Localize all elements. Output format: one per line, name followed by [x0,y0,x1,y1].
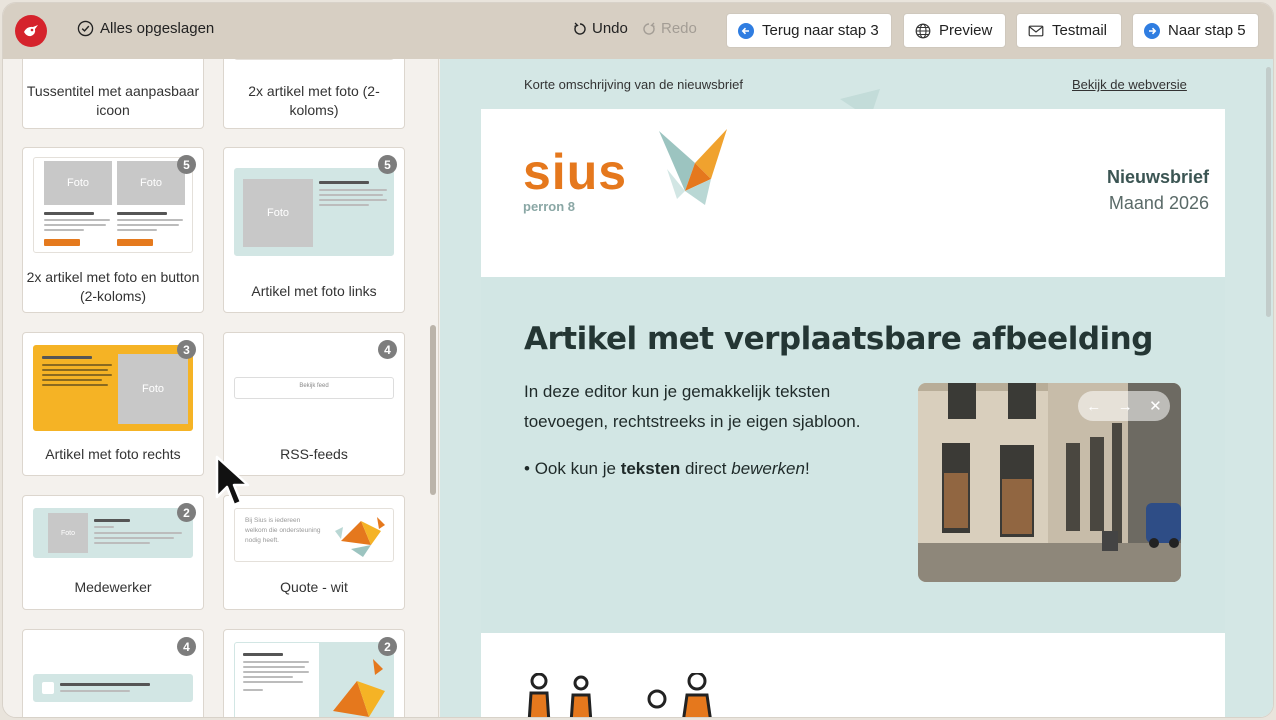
short-description[interactable]: Korte omschrijving van de nieuwsbrief [524,77,743,92]
photo-placeholder: Foto [243,179,313,247]
block-label: Quote - wit [280,579,348,595]
redo-button[interactable]: Redo [642,20,697,37]
next-block[interactable] [481,633,1225,717]
back-to-step-3-button[interactable]: Terug naar stap 3 [726,13,892,48]
photo-placeholder: Foto [48,513,88,553]
block-card[interactable]: 2x artikel met foto (2-koloms) [223,59,405,129]
block-thumbnail: Foto [33,508,193,558]
remove-photo-button[interactable]: ✕ [1149,397,1162,415]
app-logo[interactable] [15,15,47,47]
preview-button[interactable]: Preview [903,13,1006,48]
photo-placeholder: Foto [118,354,188,424]
block-thumbnail: Bij Sius is iedereen welkom die onderste… [234,508,394,562]
envelope-icon [1028,25,1044,36]
bullet-text-mid: direct [680,459,732,478]
block-label: Tussentitel met aanpasbaar icoon [26,83,200,118]
quote-preview-text: Bij Sius is iedereen welkom die onderste… [245,517,321,544]
redo-label: Redo [661,20,697,37]
block-card[interactable]: 4 [22,629,204,717]
block-card[interactable]: Tussentitel met aanpasbaar icoon [22,59,204,129]
article-heading[interactable]: Artikel met verplaatsbare afbeelding [524,321,1153,357]
people-illustration [527,673,712,717]
block-thumbnail: Foto Foto [33,157,193,253]
next-button-label: Naar stap 5 [1168,22,1246,39]
brand-subtitle: perron 8 [523,199,576,214]
photo-controls: ← → ✕ [1078,391,1170,421]
block-card[interactable]: Bij Sius is iedereen welkom die onderste… [223,495,405,610]
brand-star-icon [659,129,727,205]
testmail-button-label: Testmail [1052,22,1108,39]
usage-count-badge: 4 [378,340,397,359]
undo-button[interactable]: Undo [573,20,628,37]
block-library-sidebar: Tussentitel met aanpasbaar icoon 2x arti… [3,59,439,717]
block-thumbnail: Foto [234,168,394,256]
bullet-text-start: Ook kun je [534,459,621,478]
block-thumbnail [234,59,394,60]
back-button-label: Terug naar stap 3 [762,22,879,39]
bullet-text-italic: bewerken [731,459,805,478]
preview-button-label: Preview [939,22,993,39]
block-thumbnail [234,642,394,717]
mouse-cursor-icon [215,455,250,507]
newsletter-title[interactable]: Nieuwsbrief [1107,167,1209,188]
block-card[interactable]: Foto 5 Artikel met foto links [223,147,405,313]
photo-placeholder: Foto [44,161,112,205]
top-toolbar: Alles opgeslagen Undo Redo Terug naar st… [3,3,1273,59]
usage-count-badge: 2 [378,637,397,656]
check-circle-icon [77,20,94,37]
bullet-text-end: ! [804,459,810,478]
move-right-button[interactable]: → [1118,398,1133,415]
app-window: Alles opgeslagen Undo Redo Terug naar st… [2,2,1274,718]
photo-placeholder: Foto [117,161,185,205]
article-block[interactable]: Artikel met verplaatsbare afbeelding In … [481,277,1225,633]
block-thumbnail: Bekijk feed [234,377,394,399]
next-to-step-5-button[interactable]: Naar stap 5 [1132,13,1259,48]
rss-feed-button-preview: Bekijk feed [299,383,329,389]
block-card[interactable]: Foto Foto 5 2x artikel met foto en butto… [22,147,204,313]
webversion-link[interactable]: Bekijk de webversie [1072,77,1187,92]
block-card[interactable]: Foto 3 Artikel met foto rechts [22,332,204,476]
block-label: 2x artikel met foto (2-koloms) [248,83,380,118]
undo-icon [574,22,586,35]
save-status-label: Alles opgeslagen [100,20,215,37]
block-thumbnail: Foto [33,345,193,431]
sidebar-scrollbar[interactable] [430,325,436,495]
usage-count-badge: 5 [378,155,397,174]
usage-count-badge: 4 [177,637,196,656]
block-card[interactable]: 2 [223,629,405,717]
article-bullet[interactable]: • Ook kun je teksten direct bewerken! [524,459,810,479]
brand-bird-icon [24,25,38,37]
brand-logo-text: sius [523,144,628,200]
save-status: Alles opgeslagen [77,20,214,37]
newsletter-header[interactable]: sius perron 8 Nieuwsbrief Maand 2026 [481,109,1225,277]
arrow-right-circle-icon [1144,22,1160,39]
bullet-text-bold: teksten [620,459,681,478]
move-left-button[interactable]: ← [1086,398,1101,415]
article-paragraph[interactable]: In deze editor kun je gemakkelijk tekste… [524,377,884,437]
arrow-left-circle-icon [738,22,754,39]
redo-icon [643,22,655,35]
undo-label: Undo [592,20,628,37]
chat-icon [42,682,54,694]
article-photo[interactable]: ← → ✕ [918,383,1181,582]
newsletter-preview: Korte omschrijving van de nieuwsbrief Be… [440,59,1273,717]
globe-icon [915,23,931,38]
block-label: 2x artikel met foto en button (2-koloms) [26,269,200,304]
block-label: Artikel met foto rechts [45,446,181,462]
newsletter-month[interactable]: Maand 2026 [1109,193,1209,214]
usage-count-badge: 3 [177,340,196,359]
decorative-shapes-icon [335,517,385,557]
block-thumbnail [33,674,193,702]
block-label: Medewerker [74,579,152,595]
decorative-shapes-icon [333,659,385,717]
block-label: Artikel met foto links [251,283,377,299]
block-card[interactable]: Foto 2 Medewerker [22,495,204,610]
usage-count-badge: 2 [177,503,196,522]
usage-count-badge: 5 [177,155,196,174]
testmail-button[interactable]: Testmail [1016,13,1122,48]
preview-scrollbar[interactable] [1266,67,1271,317]
